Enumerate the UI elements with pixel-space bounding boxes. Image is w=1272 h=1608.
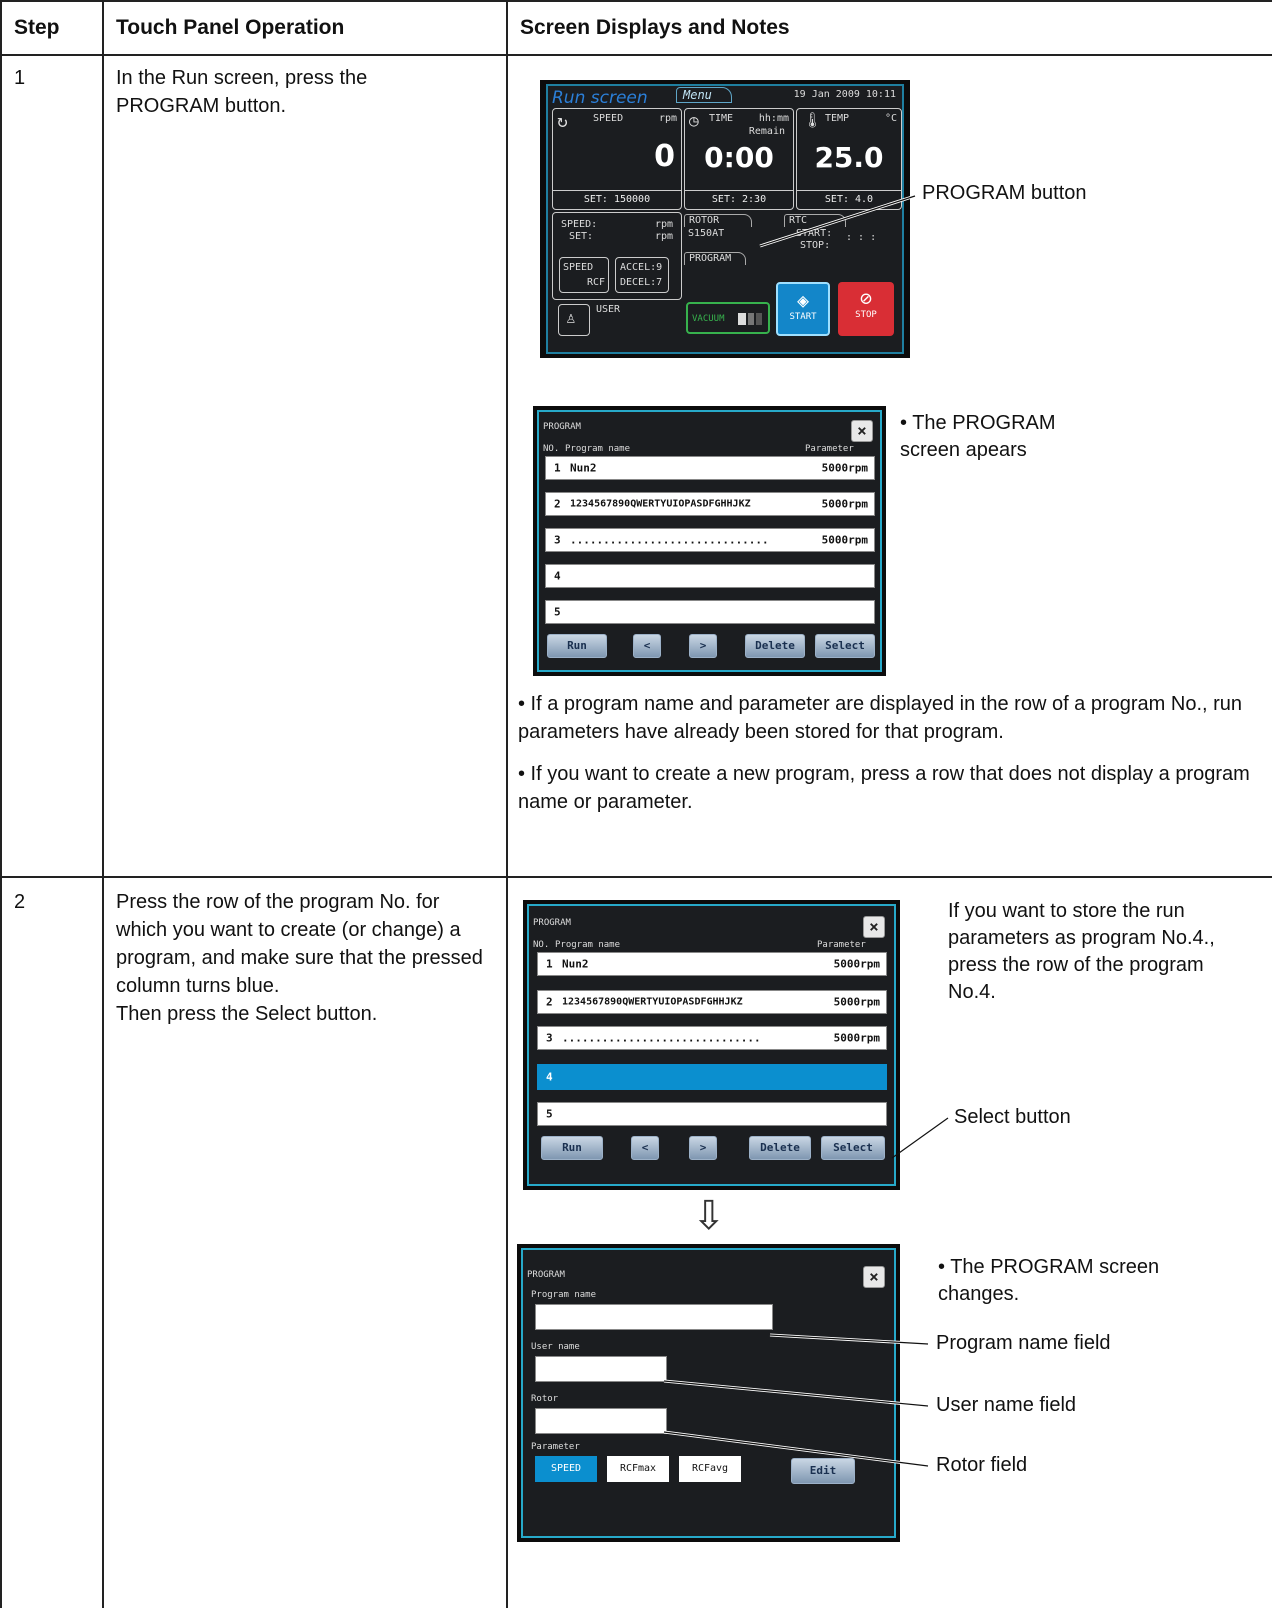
leader-program-name	[769, 1334, 929, 1345]
leader-rotor	[663, 1431, 929, 1467]
leader-lines	[663, 194, 949, 1468]
leader-program-button	[759, 195, 916, 247]
leader-select-button	[891, 1117, 949, 1159]
leader-user-name	[663, 1380, 929, 1407]
